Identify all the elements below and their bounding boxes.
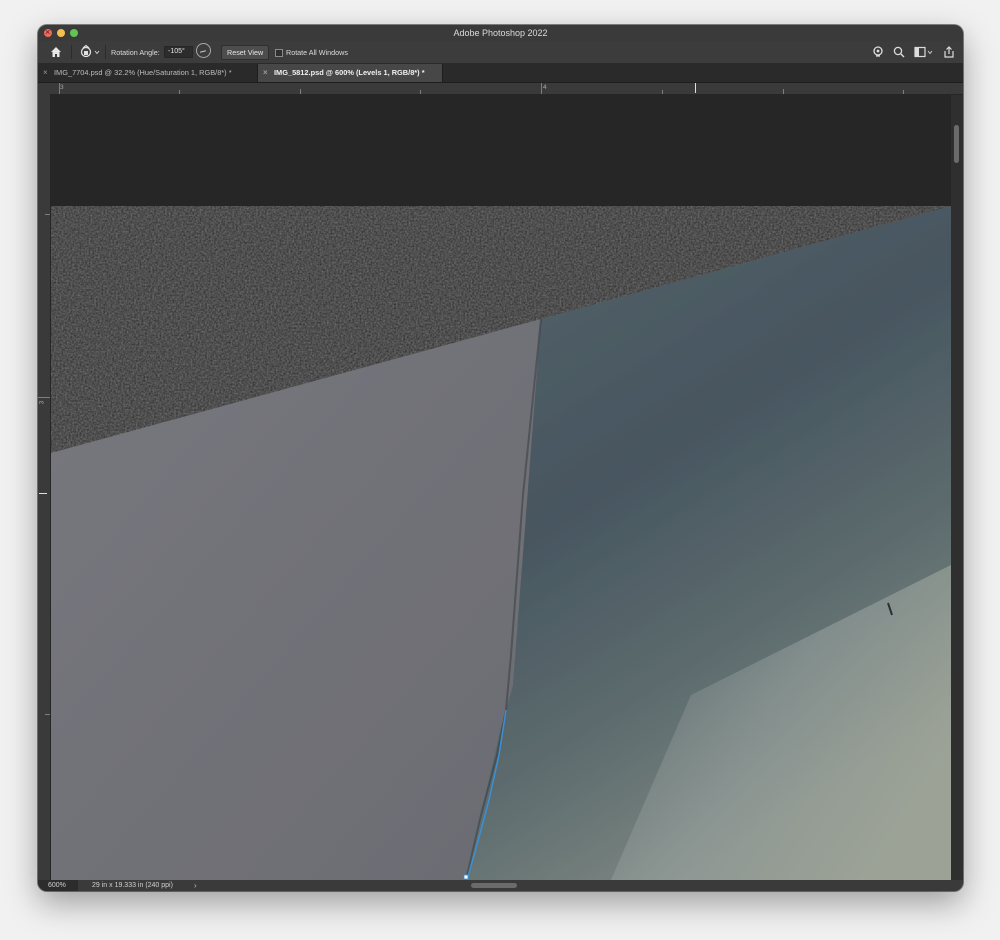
ruler-tick (45, 714, 50, 715)
path-anchor-point[interactable] (463, 874, 469, 880)
ruler-tick (783, 89, 784, 94)
document-info: 29 in x 19.333 in (240 ppi) (92, 882, 173, 889)
reset-view-button[interactable]: Reset View (221, 45, 270, 60)
rotate-all-windows-checkbox[interactable] (275, 49, 283, 57)
ruler-tick (38, 397, 50, 398)
home-icon[interactable] (50, 46, 62, 58)
ruler-tick (541, 83, 542, 94)
vertical-scrollbar[interactable] (951, 95, 963, 880)
separator (105, 45, 106, 59)
ruler-tick (903, 90, 904, 94)
status-menu-arrow[interactable]: › (194, 880, 197, 891)
share-icon[interactable] (943, 46, 955, 58)
horizontal-ruler[interactable]: 3 4 (38, 83, 963, 95)
ruler-tick (59, 83, 60, 94)
options-bar-right-icons (872, 45, 955, 59)
ruler-label: 3 (38, 400, 46, 405)
rotation-angle-input[interactable]: -105° (164, 46, 193, 58)
learn-icon[interactable] (872, 46, 884, 58)
tab-label: IMG_7704.psd @ 32.2% (Hue/Saturation 1, … (54, 68, 232, 77)
document-tab[interactable]: × IMG_7704.psd @ 32.2% (Hue/Saturation 1… (38, 64, 258, 82)
rotation-dial[interactable] (196, 43, 211, 58)
horizontal-scroll-thumb[interactable] (471, 883, 517, 888)
tab-label: IMG_5812.psd @ 600% (Levels 1, RGB/8*) * (274, 68, 425, 77)
zoom-window-button[interactable] (70, 29, 78, 37)
close-window-button[interactable] (44, 25, 52, 41)
zoom-level-field[interactable]: 600% (38, 880, 78, 891)
options-bar: Rotation Angle: -105° Reset View Rotate … (38, 41, 963, 64)
rotate-all-windows-label: Rotate All Windows (286, 48, 348, 57)
ruler-label: 3 (60, 84, 64, 91)
separator (71, 45, 72, 59)
vertical-scroll-thumb[interactable] (954, 125, 959, 163)
title-bar: Adobe Photoshop 2022 (38, 25, 963, 41)
close-tab-icon[interactable]: × (43, 64, 48, 82)
rotate-view-tool-icon[interactable] (78, 44, 102, 60)
document-tab-active[interactable]: × IMG_5812.psd @ 600% (Levels 1, RGB/8*)… (258, 64, 443, 82)
ruler-tick (45, 214, 50, 215)
image-content (51, 95, 951, 880)
ruler-tick (420, 90, 421, 94)
ruler-tick (179, 90, 180, 94)
vertical-ruler[interactable]: 3 (38, 94, 51, 880)
document-canvas[interactable] (51, 95, 951, 880)
minimize-window-button[interactable] (57, 29, 65, 37)
photoshop-window: Adobe Photoshop 2022 Rotation Angle: -10… (38, 25, 963, 891)
document-tab-bar: × IMG_7704.psd @ 32.2% (Hue/Saturation 1… (38, 64, 963, 83)
cursor-position-marker (695, 83, 696, 93)
search-icon[interactable] (893, 46, 905, 58)
close-tab-icon[interactable]: × (263, 64, 268, 82)
ruler-tick (300, 89, 301, 94)
cursor-position-marker (39, 493, 47, 494)
ruler-tick (662, 90, 663, 94)
window-title: Adobe Photoshop 2022 (453, 28, 548, 38)
ruler-label: 4 (543, 84, 547, 91)
rotation-angle-label: Rotation Angle: (111, 48, 160, 57)
status-bar: 600% 29 in x 19.333 in (240 ppi) › (38, 880, 963, 891)
workspace-icon[interactable] (914, 46, 934, 58)
